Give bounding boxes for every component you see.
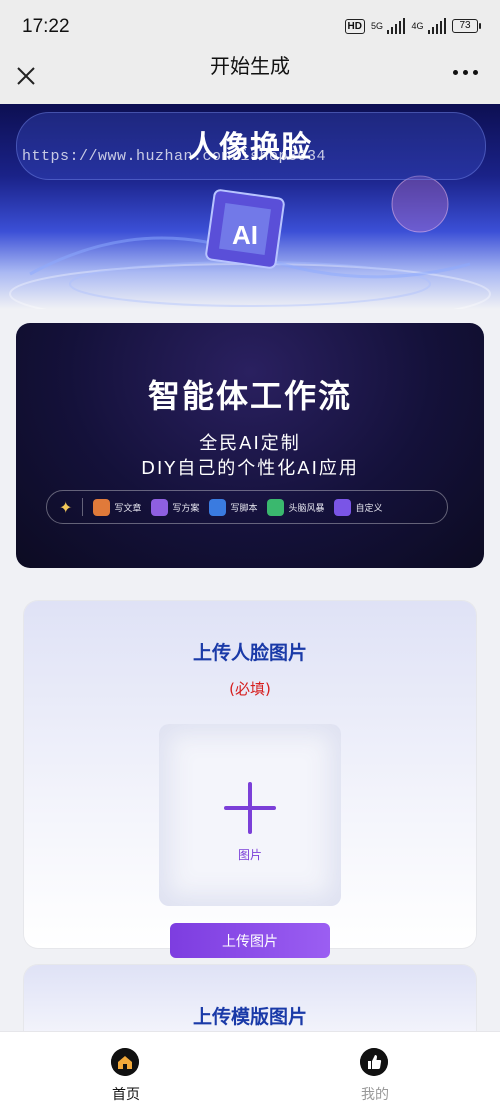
battery-icon: 73 [452,19,481,33]
upload-placeholder-label: 图片 [237,848,262,862]
banner-title: 智能体工作流 [147,377,352,415]
hero-banner: AI 人像换脸 https://www.huzhan.com/ishop3034 [0,104,500,309]
chip-brainstorm: 头脑风暴 [267,498,324,516]
network-4g: 4G [411,20,424,31]
required-note: (必填) [229,680,271,698]
home-icon [111,1048,139,1076]
upload-image-button[interactable]: 上传图片 [170,923,330,958]
banner-subtitle: 全民AI定制 [199,433,301,454]
status-bar: 17:22 HD 5G 4G 73 [0,0,500,54]
ai-cube-illustration: AI [9,175,491,309]
card-title: 上传人脸图片 [192,642,307,664]
chip-write-article: 写文章 [93,498,141,516]
hd-badge: HD [344,18,365,34]
svg-text:AI: AI [232,220,258,250]
page-title: 开始生成 [210,54,290,78]
image-upload-area[interactable]: 图片 [159,724,341,906]
chip-custom: 自定义 [334,498,382,516]
signal-icon [386,18,406,34]
network-5g: 5G [370,20,383,31]
watermark-url: https://www.huzhan.com/ishop3034 [22,148,327,165]
upload-face-card: 上传人脸图片 (必填) 图片 上传图片 [24,601,476,958]
article-icon [93,498,111,516]
status-time: 17:22 [22,16,70,37]
nav-bar: 开始生成 [0,54,500,104]
status-icons: HD 5G 4G 73 [344,18,481,34]
sparkle-icon: ✦ [59,497,73,517]
chip-write-plan: 写方案 [151,498,199,516]
custom-icon [334,498,352,516]
tab-label: 首页 [112,1087,140,1103]
script-icon [209,498,227,516]
brainstorm-icon [267,498,285,516]
chip-write-script: 写脚本 [209,498,257,516]
tab-home[interactable]: 首页 [66,1032,186,1112]
banner-subtitle: DIY自己的个性化AI应用 [141,458,359,479]
signal-icon [427,18,446,34]
more-icon[interactable] [453,70,478,75]
plan-icon [151,498,169,516]
card-title: 上传模版图片 [192,1006,307,1028]
agent-workflow-banner[interactable]: 智能体工作流 全民AI定制 DIY自己的个性化AI应用 ✦ 写文章 写方案 写脚… [16,323,484,568]
thumbs-up-icon [360,1048,388,1076]
feature-bar: ✦ 写文章 写方案 写脚本 头脑风暴 自定义 [46,490,448,524]
tab-bar: 首页 我的 [0,1031,500,1112]
divider [82,498,84,516]
tab-label: 我的 [361,1087,389,1103]
tab-mine[interactable]: 我的 [315,1032,435,1112]
